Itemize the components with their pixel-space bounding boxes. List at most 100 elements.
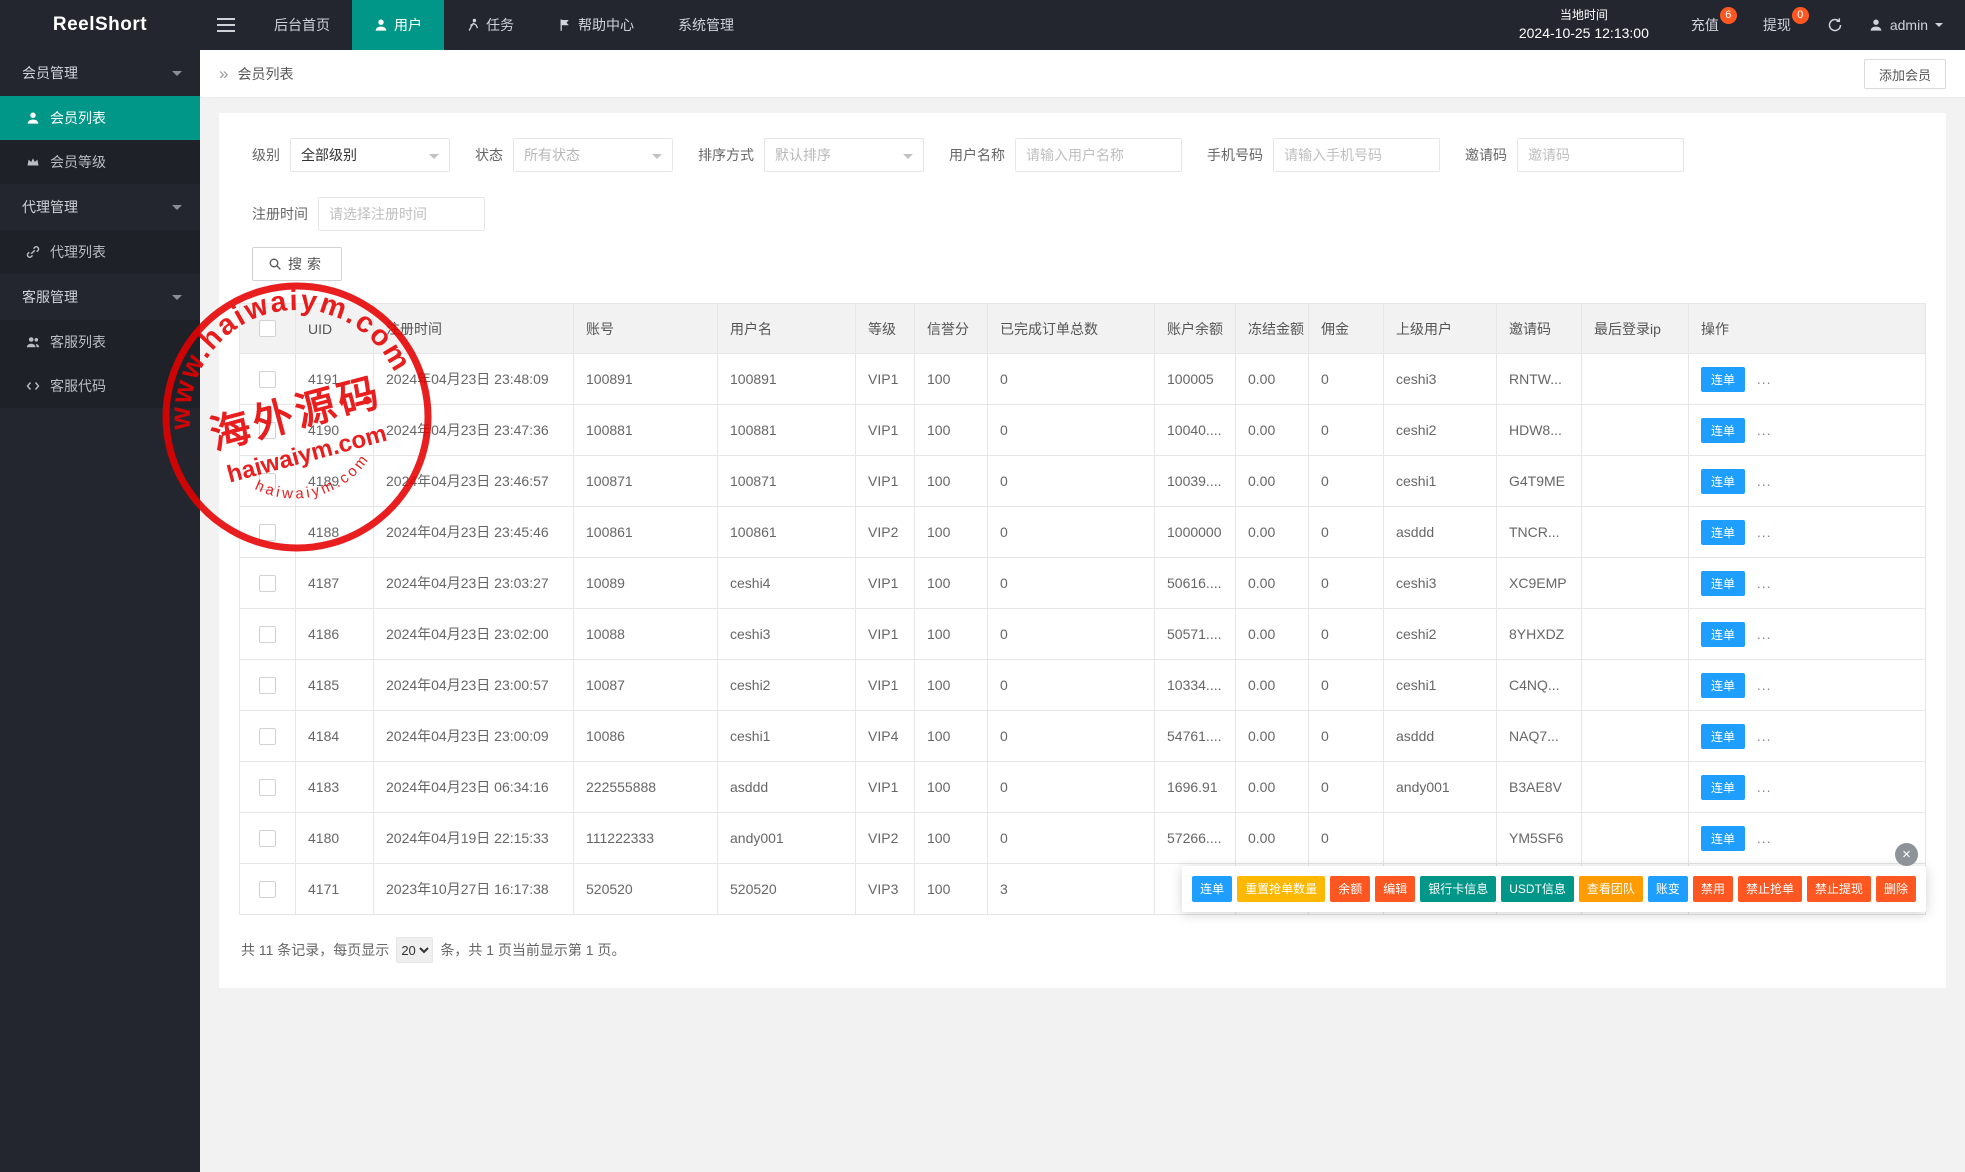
cell-uid: 4189: [296, 456, 374, 507]
row-checkbox[interactable]: [259, 575, 276, 592]
sidebar-item-support-code[interactable]: 客服代码: [0, 364, 200, 408]
cell-checkbox: [240, 456, 296, 507]
recharge-badge: 6: [1720, 7, 1737, 24]
local-time: 当地时间 2024-10-25 12:13:00: [1499, 7, 1669, 43]
level-select-value: 全部级别: [301, 145, 357, 165]
table-row: 4188 2024年04月23日 23:45:46 100861 100861 …: [240, 507, 1926, 558]
row-checkbox[interactable]: [259, 626, 276, 643]
search-button[interactable]: 搜索: [252, 247, 342, 281]
chain-order-button[interactable]: 连单: [1701, 826, 1745, 851]
close-icon[interactable]: ×: [1895, 843, 1918, 866]
chain-order-button[interactable]: 连单: [1701, 469, 1745, 494]
refresh-icon[interactable]: [1813, 17, 1857, 33]
chevron-down-icon: [172, 71, 182, 81]
popup-action-button[interactable]: 禁止抢单: [1738, 876, 1802, 902]
sidebar-group-support[interactable]: 客服管理: [0, 274, 200, 320]
popup-action-button[interactable]: 查看团队: [1579, 876, 1643, 902]
table-row: 4191 2024年04月23日 23:48:09 100891 100891 …: [240, 354, 1926, 405]
chain-order-button[interactable]: 连单: [1701, 724, 1745, 749]
sidebar-item-agent-list[interactable]: 代理列表: [0, 230, 200, 274]
row-checkbox[interactable]: [259, 473, 276, 490]
row-more-button[interactable]: ...: [1757, 626, 1772, 642]
cell-invite: HDW8...: [1497, 405, 1582, 456]
col-parent: 上级用户: [1384, 304, 1497, 354]
cell-username: 100871: [718, 456, 856, 507]
sidebar-item-member-level[interactable]: 会员等级: [0, 140, 200, 184]
chain-order-button[interactable]: 连单: [1701, 418, 1745, 443]
col-balance: 账户余额: [1155, 304, 1236, 354]
level-select[interactable]: 全部级别: [290, 138, 450, 172]
flag-icon: [558, 18, 572, 32]
invite-code-input[interactable]: [1517, 138, 1684, 172]
row-more-button[interactable]: ...: [1757, 422, 1772, 438]
popup-action-button[interactable]: 重置抢单数量: [1237, 876, 1325, 902]
regtime-input[interactable]: [318, 197, 485, 231]
row-more-button[interactable]: ...: [1757, 371, 1772, 387]
row-checkbox[interactable]: [259, 524, 276, 541]
row-more-button[interactable]: ...: [1757, 779, 1772, 795]
action-popup-buttons: 连单重置抢单数量余额编辑银行卡信息USDT信息查看团队账变禁用禁止抢单禁止提现删…: [1192, 876, 1916, 902]
row-checkbox[interactable]: [259, 830, 276, 847]
popup-action-button[interactable]: 编辑: [1375, 876, 1415, 902]
chain-order-button[interactable]: 连单: [1701, 571, 1745, 596]
row-more-button[interactable]: ...: [1757, 473, 1772, 489]
pagination-bar: 共 11 条记录，每页显示 20 条，共 1 页当前显示第 1 页。: [239, 937, 1926, 963]
topbar-right: 当地时间 2024-10-25 12:13:00 充值 6 提现 0 admin: [1499, 0, 1965, 50]
cell-account: 222555888: [574, 762, 718, 813]
row-checkbox[interactable]: [259, 728, 276, 745]
sidebar-group-agents[interactable]: 代理管理: [0, 184, 200, 230]
nav-item-tasks[interactable]: 任务: [444, 0, 536, 50]
chain-order-button[interactable]: 连单: [1701, 520, 1745, 545]
cell-level: VIP1: [856, 456, 915, 507]
add-member-button[interactable]: 添加会员: [1864, 59, 1946, 89]
sidebar-group-members[interactable]: 会员管理: [0, 50, 200, 96]
status-select[interactable]: 所有状态: [513, 138, 673, 172]
nav-item-users[interactable]: 用户: [352, 0, 444, 50]
popup-action-button[interactable]: 账变: [1648, 876, 1688, 902]
row-checkbox[interactable]: [259, 371, 276, 388]
row-more-button[interactable]: ...: [1757, 728, 1772, 744]
recharge-link[interactable]: 充值 6: [1677, 0, 1733, 50]
page-size-select[interactable]: 20: [396, 937, 433, 963]
popup-action-button[interactable]: 余额: [1330, 876, 1370, 902]
sort-select[interactable]: 默认排序: [764, 138, 924, 172]
withdraw-link[interactable]: 提现 0: [1749, 0, 1805, 50]
phone-input[interactable]: [1273, 138, 1440, 172]
cell-orders: 0: [988, 405, 1155, 456]
nav-item-home[interactable]: 后台首页: [252, 0, 352, 50]
cell-frozen: 0.00: [1236, 456, 1309, 507]
chain-order-button[interactable]: 连单: [1701, 367, 1745, 392]
row-more-button[interactable]: ...: [1757, 575, 1772, 591]
cell-frozen: 0.00: [1236, 609, 1309, 660]
nav-label: 任务: [486, 15, 514, 35]
sidebar-item-member-list[interactable]: 会员列表: [0, 96, 200, 140]
sidebar-item-support-list[interactable]: 客服列表: [0, 320, 200, 364]
row-checkbox[interactable]: [259, 779, 276, 796]
select-all-checkbox[interactable]: [259, 320, 276, 337]
user-menu[interactable]: admin: [1857, 17, 1965, 33]
row-checkbox[interactable]: [259, 677, 276, 694]
chain-order-button[interactable]: 连单: [1701, 673, 1745, 698]
nav-item-system[interactable]: 系统管理: [656, 0, 756, 50]
local-time-value: 2024-10-25 12:13:00: [1519, 24, 1649, 44]
filter-bar: 级别 全部级别 状态 所有状态 排序方式 默认排序 用户名称 手机号码 邀请码: [239, 138, 1926, 231]
row-more-button[interactable]: ...: [1757, 524, 1772, 540]
row-more-button[interactable]: ...: [1757, 677, 1772, 693]
popup-action-button[interactable]: 删除: [1876, 876, 1916, 902]
chain-order-button[interactable]: 连单: [1701, 775, 1745, 800]
popup-action-button[interactable]: USDT信息: [1501, 876, 1574, 902]
cell-uid: 4180: [296, 813, 374, 864]
menu-toggle-icon[interactable]: [200, 0, 252, 50]
breadcrumb: » 会员列表 添加会员: [200, 50, 1965, 98]
nav-item-help[interactable]: 帮助中心: [536, 0, 656, 50]
row-more-button[interactable]: ...: [1757, 830, 1772, 846]
popup-action-button[interactable]: 禁用: [1693, 876, 1733, 902]
chain-order-button[interactable]: 连单: [1701, 622, 1745, 647]
popup-action-button[interactable]: 银行卡信息: [1420, 876, 1496, 902]
popup-action-button[interactable]: 禁止提现: [1807, 876, 1871, 902]
row-checkbox[interactable]: [259, 422, 276, 439]
username-input[interactable]: [1015, 138, 1182, 172]
row-checkbox[interactable]: [259, 881, 276, 898]
popup-action-button[interactable]: 连单: [1192, 876, 1232, 902]
user-name: admin: [1890, 17, 1928, 33]
